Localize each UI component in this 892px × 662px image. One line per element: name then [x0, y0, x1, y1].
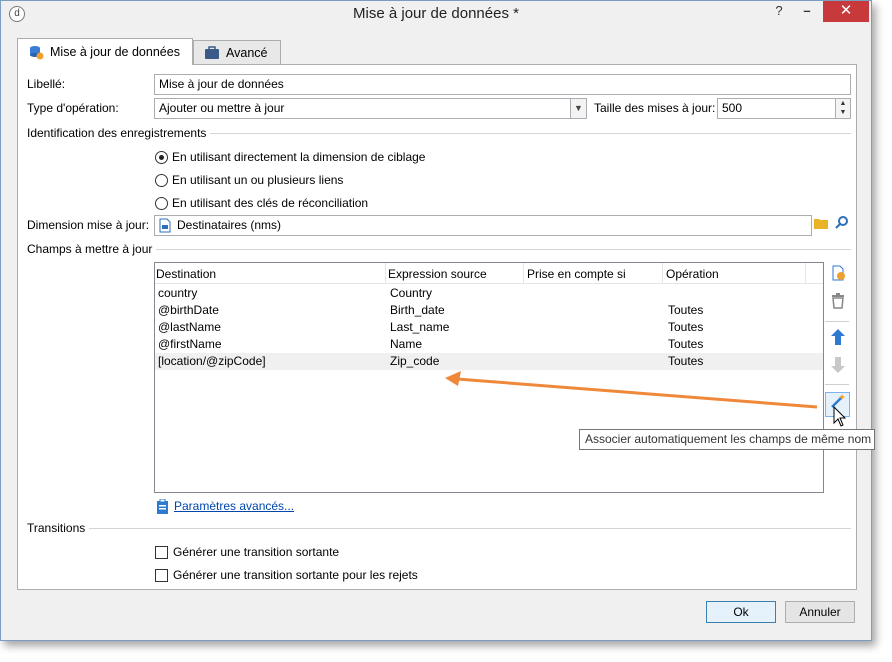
- cell-destination: @firstName: [158, 337, 222, 351]
- column-operation[interactable]: Opération: [666, 267, 719, 281]
- champs-title: Champs à mettre à jour: [27, 242, 153, 256]
- dimension-value: Destinataires (nms): [177, 218, 282, 232]
- checkbox-transition-rejets-label: Générer une transition sortante pour les…: [173, 568, 418, 582]
- mouse-cursor-icon: [833, 405, 847, 431]
- radio-dimension-ciblage[interactable]: En utilisant directement la dimension de…: [155, 150, 425, 164]
- radio-dimension-ciblage-label: En utilisant directement la dimension de…: [172, 150, 426, 164]
- cell-source: Last_name: [390, 320, 450, 334]
- libelle-input[interactable]: Mise à jour de données: [154, 74, 851, 95]
- table-row-selected[interactable]: [location/@zipCode] Zip_code Toutes: [155, 353, 823, 370]
- cell-destination: @lastName: [158, 320, 221, 334]
- cell-source: Birth_date: [390, 303, 445, 317]
- column-separator: [805, 263, 806, 284]
- tab-avance-label: Avancé: [226, 46, 268, 60]
- checkbox-box[interactable]: [155, 545, 168, 559]
- identification-section: Identification des enregistrements: [27, 126, 851, 140]
- close-button[interactable]: ✕: [823, 1, 869, 22]
- trash-icon[interactable]: [827, 293, 849, 315]
- checkbox-box[interactable]: [155, 568, 168, 582]
- toolbar-separator: [825, 384, 849, 385]
- column-separator: [662, 263, 663, 284]
- dimension-label: Dimension mise à jour:: [27, 218, 150, 232]
- move-down-icon[interactable]: [827, 357, 849, 379]
- tab-mise-a-jour[interactable]: Mise à jour de données: [17, 38, 193, 65]
- radio-cles-reconciliation[interactable]: En utilisant des clés de réconciliation: [155, 196, 368, 210]
- cell-operation: Toutes: [668, 337, 704, 351]
- schema-icon: [159, 218, 171, 235]
- clipboard-icon: [156, 498, 169, 517]
- folder-icon[interactable]: [812, 215, 830, 236]
- checkbox-transition-sortante[interactable]: Générer une transition sortante: [155, 545, 339, 559]
- dimension-field[interactable]: Destinataires (nms): [154, 215, 812, 236]
- window-title: Mise à jour de données *: [353, 5, 519, 22]
- champs-section: Champs à mettre à jour: [27, 242, 851, 256]
- radio-circle[interactable]: [155, 173, 168, 187]
- cell-destination: @birthDate: [158, 303, 219, 317]
- table-row[interactable]: @firstName Name Toutes: [155, 336, 823, 353]
- annotation-arrow-icon: [445, 371, 818, 409]
- checkbox-transition-sortante-label: Générer une transition sortante: [173, 545, 340, 559]
- section-divider: [156, 248, 851, 250]
- toolbar-separator: [825, 321, 849, 322]
- help-button[interactable]: ?: [766, 1, 792, 22]
- cell-source: Country: [390, 286, 433, 300]
- taille-spinner[interactable]: 500 ▲ ▼: [717, 98, 851, 119]
- taille-label: Taille des mises à jour:: [594, 101, 716, 115]
- identification-title: Identification des enregistrements: [27, 126, 207, 140]
- move-up-icon[interactable]: [827, 329, 849, 351]
- database-update-icon: [28, 44, 44, 60]
- table-row[interactable]: country Country: [155, 285, 823, 302]
- tab-mise-a-jour-label: Mise à jour de données: [50, 45, 180, 59]
- transitions-section: Transitions: [27, 521, 851, 535]
- cell-destination: country: [158, 286, 198, 300]
- section-divider: [89, 527, 851, 529]
- cancel-button[interactable]: Annuler: [785, 601, 855, 623]
- radio-cles-reconciliation-label: En utilisant des clés de réconciliation: [172, 196, 369, 210]
- cell-source: Name: [390, 337, 423, 351]
- transitions-title: Transitions: [27, 521, 86, 535]
- radio-circle[interactable]: [155, 196, 168, 210]
- cell-operation: Toutes: [668, 354, 704, 368]
- chevron-down-icon[interactable]: ▼: [570, 99, 586, 118]
- spinner-arrows-icon[interactable]: ▲ ▼: [835, 99, 850, 118]
- table-row[interactable]: @lastName Last_name Toutes: [155, 319, 823, 336]
- column-separator: [385, 263, 386, 284]
- type-operation-label: Type d'opération:: [27, 101, 119, 115]
- add-field-icon[interactable]: [827, 265, 849, 287]
- search-icon[interactable]: [832, 215, 852, 236]
- libelle-label: Libellé:: [27, 77, 66, 91]
- taille-value: 500: [722, 101, 743, 115]
- tab-avance[interactable]: Avancé: [193, 40, 281, 65]
- minimize-button[interactable]: –: [794, 1, 820, 22]
- dialog-window: d Mise à jour de données * ? – ✕ Mise à …: [0, 0, 875, 641]
- radio-liens-label: En utilisant un ou plusieurs liens: [172, 173, 344, 187]
- column-separator: [523, 263, 524, 284]
- column-expression-source[interactable]: Expression source: [388, 267, 487, 281]
- ok-button[interactable]: Ok: [706, 601, 776, 623]
- cell-destination: [location/@zipCode]: [158, 354, 266, 368]
- table-row[interactable]: @birthDate Birth_date Toutes: [155, 302, 823, 319]
- briefcase-icon: [204, 45, 220, 61]
- type-operation-select[interactable]: Ajouter ou mettre à jour ▼: [154, 98, 587, 119]
- advanced-params-link[interactable]: Paramètres avancés...: [174, 499, 294, 513]
- tooltip: Associer automatiquement les champs de m…: [579, 429, 875, 450]
- title-bar: d Mise à jour de données * ? – ✕: [1, 1, 871, 29]
- column-destination[interactable]: Destination: [156, 267, 216, 281]
- cell-operation: Toutes: [668, 320, 704, 334]
- radio-circle-checked[interactable]: [155, 150, 168, 164]
- section-divider: [210, 132, 851, 134]
- cell-source: Zip_code: [390, 354, 440, 368]
- type-operation-value: Ajouter ou mettre à jour: [159, 101, 285, 115]
- cell-operation: Toutes: [668, 303, 704, 317]
- column-prise-en-compte[interactable]: Prise en compte si: [527, 267, 626, 281]
- grid-header: Destination Expression source Prise en c…: [155, 263, 823, 284]
- radio-liens[interactable]: En utilisant un ou plusieurs liens: [155, 173, 343, 187]
- checkbox-transition-rejets[interactable]: Générer une transition sortante pour les…: [155, 568, 418, 582]
